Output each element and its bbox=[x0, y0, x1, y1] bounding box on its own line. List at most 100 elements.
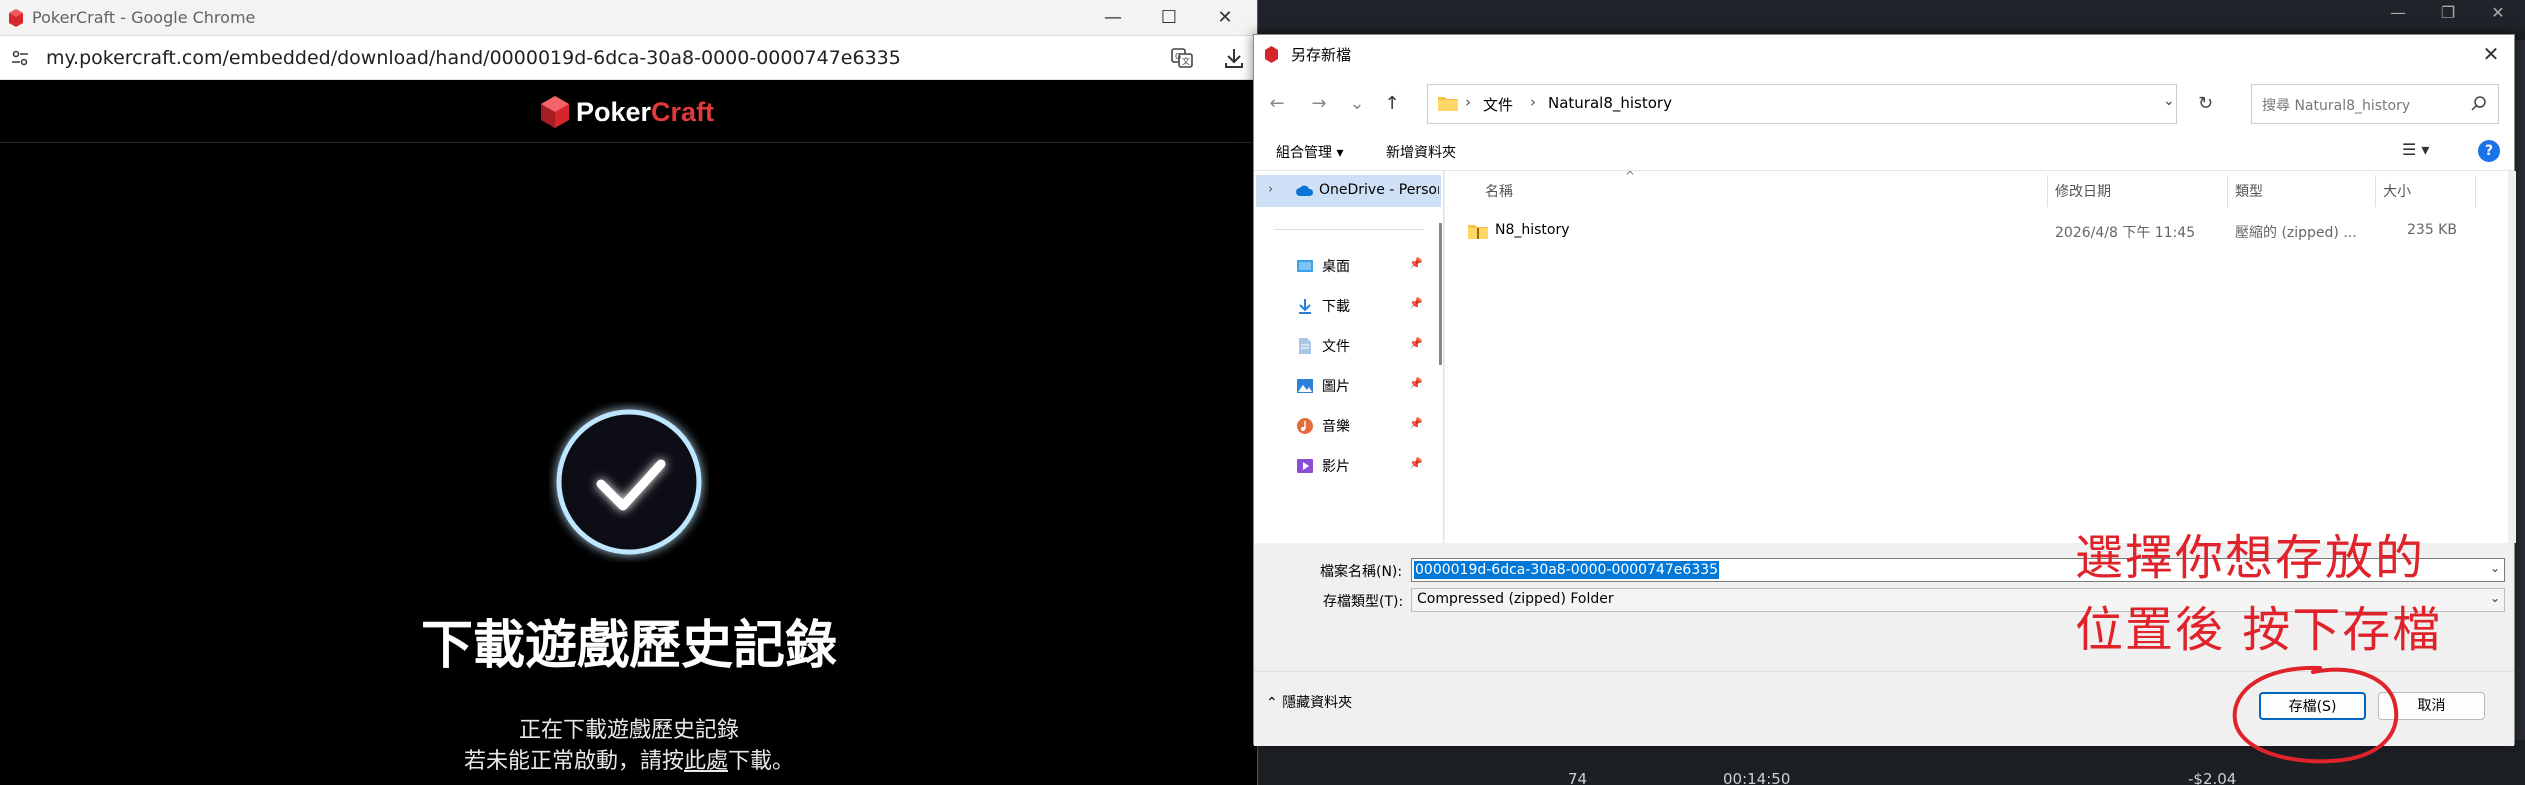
annotation-circle-highlight bbox=[2232, 665, 2399, 764]
fallback-text-pre: 若未能正常啟動，請按 bbox=[463, 749, 684, 774]
page-subtitle: 正在下載遊戲歷史記錄 bbox=[518, 718, 739, 743]
dialog-navigation-row: ← → ⌄ ↑ › 文件 › Natural8_history ⌄ ↻ 搜尋 N… bbox=[1254, 73, 2514, 131]
sidebar-item-onedrive[interactable]: › OneDrive - Personal bbox=[1256, 175, 1441, 207]
breadcrumb[interactable]: › 文件 › Natural8_history ⌄ ↻ bbox=[1427, 84, 2213, 124]
breadcrumb-item-natural8-history[interactable]: Natural8_history bbox=[1548, 94, 1672, 112]
downloads-icon[interactable] bbox=[1222, 46, 1246, 70]
pokercraft-favicon-icon bbox=[9, 9, 23, 27]
back-button[interactable]: ← bbox=[1264, 91, 1290, 117]
navigation-pane-scrollbar[interactable] bbox=[1439, 223, 1442, 365]
bg-close-button[interactable]: ✕ bbox=[2473, 0, 2523, 26]
sidebar-item-label: 影片 bbox=[1322, 459, 1350, 475]
filetype-label: 存檔類型(T): bbox=[1323, 594, 1404, 610]
refresh-icon[interactable]: ↻ bbox=[2198, 93, 2213, 114]
translate-icon[interactable]: G 文 bbox=[1170, 46, 1194, 70]
bg-minimize-button[interactable]: — bbox=[2373, 0, 2423, 26]
chevron-right-icon[interactable]: › bbox=[1268, 182, 1273, 197]
file-row[interactable]: N8_history 2026/4/8 下午 11:45 壓縮的 (zipped… bbox=[1465, 219, 2525, 245]
svg-text:G: G bbox=[1175, 52, 1181, 61]
onedrive-cloud-icon bbox=[1296, 185, 1314, 196]
chrome-maximize-button[interactable]: ☐ bbox=[1141, 0, 1197, 36]
file-modified: 2026/4/8 下午 11:45 bbox=[2055, 225, 2196, 241]
sidebar-item-downloads[interactable]: 下載 📌 bbox=[1254, 291, 1439, 321]
bg-stat-duration: 00:14:50 bbox=[1723, 770, 1791, 785]
annotation-text-line2: 位置後 按下存檔 bbox=[2075, 602, 2443, 658]
filename-selected-text[interactable]: 0000019d-6dca-30a8-0000-0000747e6335 bbox=[1414, 561, 1720, 579]
pokercraft-logo: Poker Craft bbox=[540, 94, 714, 130]
breadcrumb-item-documents[interactable]: 文件 bbox=[1483, 94, 1513, 115]
pictures-icon bbox=[1297, 379, 1313, 393]
chrome-close-button[interactable]: ✕ bbox=[1197, 0, 1253, 36]
pin-icon: 📌 bbox=[1409, 297, 1423, 310]
navigation-pane: › OneDrive - Personal 桌面 📌 下載 📌 文件 � bbox=[1254, 171, 1444, 543]
file-size: 235 KB bbox=[2407, 222, 2457, 238]
download-icon bbox=[1299, 299, 1311, 314]
sort-ascending-icon: ^ bbox=[1625, 169, 1636, 183]
column-divider[interactable] bbox=[2475, 175, 2476, 207]
search-input[interactable]: 搜尋 Natural8_history bbox=[2262, 95, 2410, 115]
view-options-button[interactable]: ☰ ▾ bbox=[2402, 140, 2429, 159]
documents-icon bbox=[1299, 338, 1311, 354]
sidebar-item-pictures[interactable]: 圖片 📌 bbox=[1254, 371, 1439, 401]
sidebar-item-desktop[interactable]: 桌面 📌 bbox=[1254, 251, 1439, 281]
filename-label: 檔案名稱(N): bbox=[1320, 564, 1403, 580]
brand-text-poker: Poker bbox=[576, 96, 652, 127]
hide-folders-label: 隱藏資料夾 bbox=[1282, 695, 1353, 711]
column-header-modified[interactable]: 修改日期 bbox=[2055, 181, 2111, 201]
screen: — ❐ ✕ 74 00:14:50 -$2.04 PokerCraft - Go… bbox=[0, 0, 2525, 785]
pin-icon: 📌 bbox=[1409, 377, 1423, 390]
site-settings-icon[interactable] bbox=[10, 48, 30, 68]
bg-restore-button[interactable]: ❐ bbox=[2423, 0, 2473, 26]
bg-stat-result: -$2.04 bbox=[2188, 770, 2237, 785]
sidebar-item-music[interactable]: 音樂 📌 bbox=[1254, 411, 1439, 441]
breadcrumb-separator: › bbox=[1530, 93, 1536, 111]
videos-icon bbox=[1297, 459, 1313, 473]
sidebar-item-label: 桌面 bbox=[1322, 259, 1350, 275]
column-header-name[interactable]: 名稱 bbox=[1485, 181, 1513, 201]
annotation-text-line1: 選擇你想存放的 bbox=[2075, 530, 2426, 586]
svg-text:文: 文 bbox=[1182, 56, 1190, 66]
file-type: 壓縮的 (zipped) ... bbox=[2235, 225, 2357, 241]
chevron-down-icon[interactable]: ⌄ bbox=[2490, 591, 2500, 605]
page-heading: 下載遊戲歷史記錄 bbox=[420, 616, 837, 676]
chevron-down-icon[interactable]: ⌄ bbox=[2163, 93, 2175, 109]
fallback-download-link[interactable]: 此處 bbox=[684, 749, 728, 774]
search-box[interactable]: 搜尋 Natural8_history bbox=[2251, 84, 2499, 124]
organize-button[interactable]: 組合管理 ▾ bbox=[1276, 142, 1343, 162]
sidebar-item-videos[interactable]: 影片 📌 bbox=[1254, 451, 1439, 481]
chrome-minimize-button[interactable]: — bbox=[1085, 0, 1141, 36]
file-list-scrollbar[interactable] bbox=[2508, 171, 2516, 543]
page-header: Poker Craft bbox=[0, 81, 1257, 143]
url-field[interactable]: my.pokercraft.com/embedded/download/hand… bbox=[46, 47, 901, 69]
pokercraft-logo-icon bbox=[541, 96, 569, 128]
sidebar-item-label: 音樂 bbox=[1322, 419, 1350, 435]
address-bar: my.pokercraft.com/embedded/download/hand… bbox=[0, 36, 1257, 80]
sidebar-item-documents[interactable]: 文件 📌 bbox=[1254, 331, 1439, 361]
search-icon bbox=[2471, 96, 2486, 111]
dialog-close-button[interactable]: ✕ bbox=[2476, 39, 2506, 69]
bg-stat-hands: 74 bbox=[1568, 770, 1588, 785]
dialog-title: 另存新檔 bbox=[1291, 46, 1352, 64]
recent-locations-button[interactable]: ⌄ bbox=[1344, 91, 1370, 117]
column-header-type[interactable]: 類型 bbox=[2235, 181, 2263, 201]
column-divider[interactable] bbox=[2227, 175, 2228, 207]
hide-folders-toggle[interactable]: ⌃ 隱藏資料夾 bbox=[1266, 692, 1352, 712]
column-divider[interactable] bbox=[2047, 175, 2048, 207]
page-fallback-message: 若未能正常啟動，請按此處下載。 bbox=[0, 743, 1258, 775]
pin-icon: 📌 bbox=[1409, 257, 1423, 270]
chevron-down-icon[interactable]: ⌄ bbox=[2490, 561, 2500, 575]
divider bbox=[1274, 229, 1424, 230]
filetype-value: Compressed (zipped) Folder bbox=[1417, 591, 1614, 607]
up-folder-button[interactable]: ↑ bbox=[1379, 91, 1405, 117]
column-divider[interactable] bbox=[2375, 175, 2376, 207]
chrome-window: PokerCraft - Google Chrome — ☐ ✕ my.poke… bbox=[0, 0, 1258, 785]
chrome-titlebar: PokerCraft - Google Chrome — ☐ ✕ bbox=[0, 0, 1257, 36]
forward-button[interactable]: → bbox=[1306, 91, 1332, 117]
new-folder-button[interactable]: 新增資料夾 bbox=[1386, 142, 1456, 162]
pin-icon: 📌 bbox=[1409, 417, 1423, 430]
chrome-window-title: PokerCraft - Google Chrome bbox=[32, 8, 256, 27]
background-app-titlebar: — ❐ ✕ bbox=[1258, 0, 2525, 30]
file-list: ^ 名稱 修改日期 類型 大小 N8_history 2026/4/8 下午 1… bbox=[1445, 169, 2508, 543]
help-icon[interactable]: ? bbox=[2478, 140, 2500, 162]
column-header-size[interactable]: 大小 bbox=[2383, 181, 2411, 201]
